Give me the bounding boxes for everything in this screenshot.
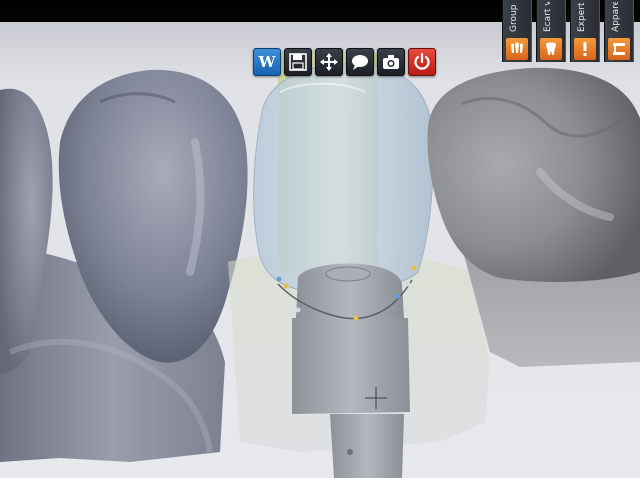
save-button[interactable] xyxy=(284,48,312,76)
camera-icon xyxy=(383,55,399,69)
floppy-disk-icon xyxy=(289,53,307,71)
move-arrows-icon xyxy=(320,53,338,71)
abutment-body xyxy=(292,318,410,414)
expert-warning-icon xyxy=(574,38,596,60)
3d-viewport[interactable]: W xyxy=(0,22,640,478)
tab-ecart-label: Écart v xyxy=(543,2,553,32)
tab-appareil[interactable]: Appare xyxy=(604,0,634,62)
dental-scene[interactable] xyxy=(0,22,640,478)
move-button[interactable] xyxy=(315,48,343,76)
articulator-icon xyxy=(608,38,630,60)
screenshot-button[interactable] xyxy=(377,48,405,76)
exit-button[interactable] xyxy=(408,48,436,76)
wizard-button[interactable]: W xyxy=(253,48,281,76)
tab-group[interactable]: Group xyxy=(502,0,532,62)
group-teeth-icon xyxy=(506,38,528,60)
right-tooth-molar xyxy=(427,67,640,282)
top-toolbar: W xyxy=(253,48,436,76)
implant-shaft xyxy=(330,414,404,478)
tab-ecart[interactable]: Écart v xyxy=(536,0,566,62)
tab-group-label: Group xyxy=(509,4,519,32)
tooth-icon xyxy=(540,38,562,60)
transparent-crown xyxy=(253,63,434,292)
wizard-w-icon: W xyxy=(258,53,276,71)
tab-expert[interactable]: Expert xyxy=(570,0,600,62)
comment-button[interactable] xyxy=(346,48,374,76)
tab-appareil-label: Appare xyxy=(611,2,621,32)
side-panel: Group Écart v Expert Appare xyxy=(498,0,640,62)
tab-expert-label: Expert xyxy=(577,2,587,33)
power-icon xyxy=(414,52,430,70)
speech-bubble-icon xyxy=(352,55,368,70)
